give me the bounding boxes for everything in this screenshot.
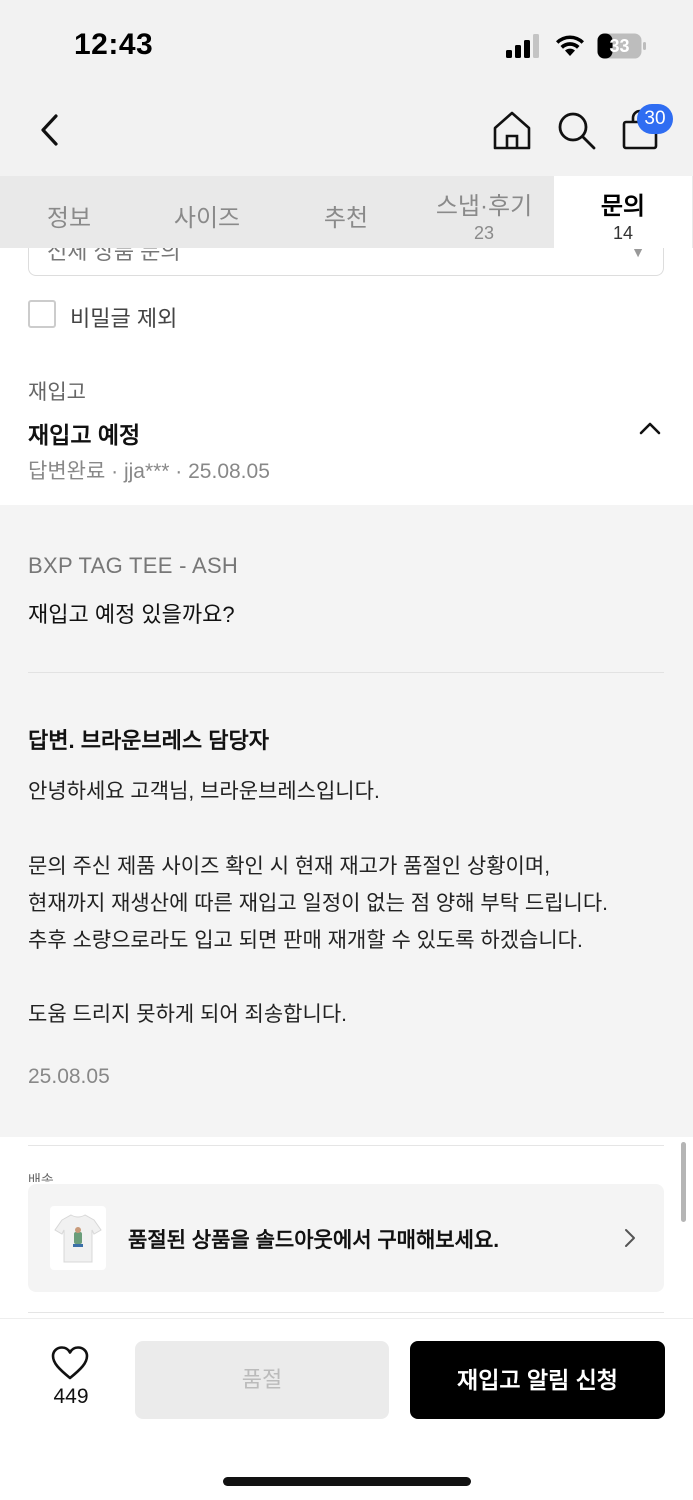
heart-icon[interactable] [50,1345,90,1381]
tab-recommend-label: 추천 [323,205,369,232]
tab-inquiry-count: 14 [612,223,634,243]
chevron-right-icon [625,1229,635,1247]
product-tabs: 정보 사이즈 추천 스냅·후기 23 문의 14 [0,176,693,248]
chevron-down-icon: ▼ [631,248,645,260]
soldout-resale-banner[interactable]: 품절된 상품을 솔드아웃에서 구매해보세요. [28,1184,664,1292]
inquiry-detail-panel: BXP TAG TEE - ASH 재입고 예정 있을까요? 답변. 브라운브레… [0,505,693,1137]
tab-recommend[interactable]: 추천 [277,176,415,248]
like-count: 449 [53,1385,89,1408]
divider [28,672,664,673]
cellular-signal-icon [506,34,539,58]
inquiry-meta: 답변완료 · jja*** · 25.08.05 [28,460,270,483]
battery-level: 33 [609,36,630,56]
inquiry-category: 재입고 [28,381,86,404]
product-thumbnail [50,1206,106,1270]
tab-inquiry[interactable]: 문의 14 [554,176,692,248]
wifi-icon [556,35,584,56]
answer-line: 현재까지 재생산에 따른 재입고 일정이 없는 점 양해 부탁 드립니다. [28,892,608,915]
search-icon[interactable] [554,108,598,152]
status-time: 12:43 [74,28,154,61]
divider [28,1145,664,1146]
status-bar: 12:43 33 [0,0,693,90]
answer-line: 추후 소량으로라도 입고 되면 판매 재개할 수 있도록 하겠습니다. [28,929,583,952]
tab-size[interactable]: 사이즈 [138,176,276,248]
tab-info-label: 정보 [46,205,92,232]
tab-snap-review-label: 스냅·후기 [435,193,533,220]
back-arrow-icon[interactable] [36,110,66,150]
restock-alert-button[interactable]: 재입고 알림 신청 [410,1341,665,1419]
tab-size-label: 사이즈 [173,205,241,232]
top-nav [0,90,693,176]
tab-snap-review[interactable]: 스냅·후기 23 [415,176,553,248]
exclude-secret-label[interactable]: 비밀글 제외 [70,301,177,333]
answer-date: 25.08.05 [28,1065,110,1088]
divider [28,1312,664,1313]
home-icon[interactable] [490,108,534,152]
answer-line: 문의 주신 제품 사이즈 확인 시 현재 재고가 품절인 상황이며, [28,855,551,878]
answer-line: 도움 드리지 못하게 되어 죄송합니다. [28,1003,347,1026]
home-indicator [223,1477,471,1486]
inquiry-question: 재입고 예정 있을까요? [28,602,235,627]
soldout-banner-text: 품절된 상품을 솔드아웃에서 구매해보세요. [128,1229,500,1252]
inquiry-title[interactable]: 재입고 예정 [28,416,140,450]
tab-snap-review-count: 23 [473,223,495,243]
cart-count-badge: 30 [637,104,673,134]
inquiry-filter-value: 전체 상품 문의 [47,248,181,264]
inquiry-product-name: BXP TAG TEE - ASH [28,553,239,578]
tab-info[interactable]: 정보 [0,176,138,248]
chevron-up-icon[interactable] [636,414,664,442]
next-inquiry-category-partial: 배송 [28,1172,54,1182]
answer-title: 답변. 브라운브레스 담당자 [28,728,269,753]
bottom-action-bar: 449 품절 재입고 알림 신청 [0,1318,693,1500]
inquiry-filter-select[interactable]: 전체 상품 문의 ▼ [28,248,664,276]
exclude-secret-checkbox[interactable] [28,300,56,328]
scrollbar[interactable] [681,1142,686,1222]
tab-inquiry-label: 문의 [600,193,646,220]
battery-icon: 33 [597,33,647,59]
answer-line: 안녕하세요 고객님, 브라운브레스입니다. [28,780,380,803]
soldout-button[interactable]: 품절 [135,1341,389,1419]
